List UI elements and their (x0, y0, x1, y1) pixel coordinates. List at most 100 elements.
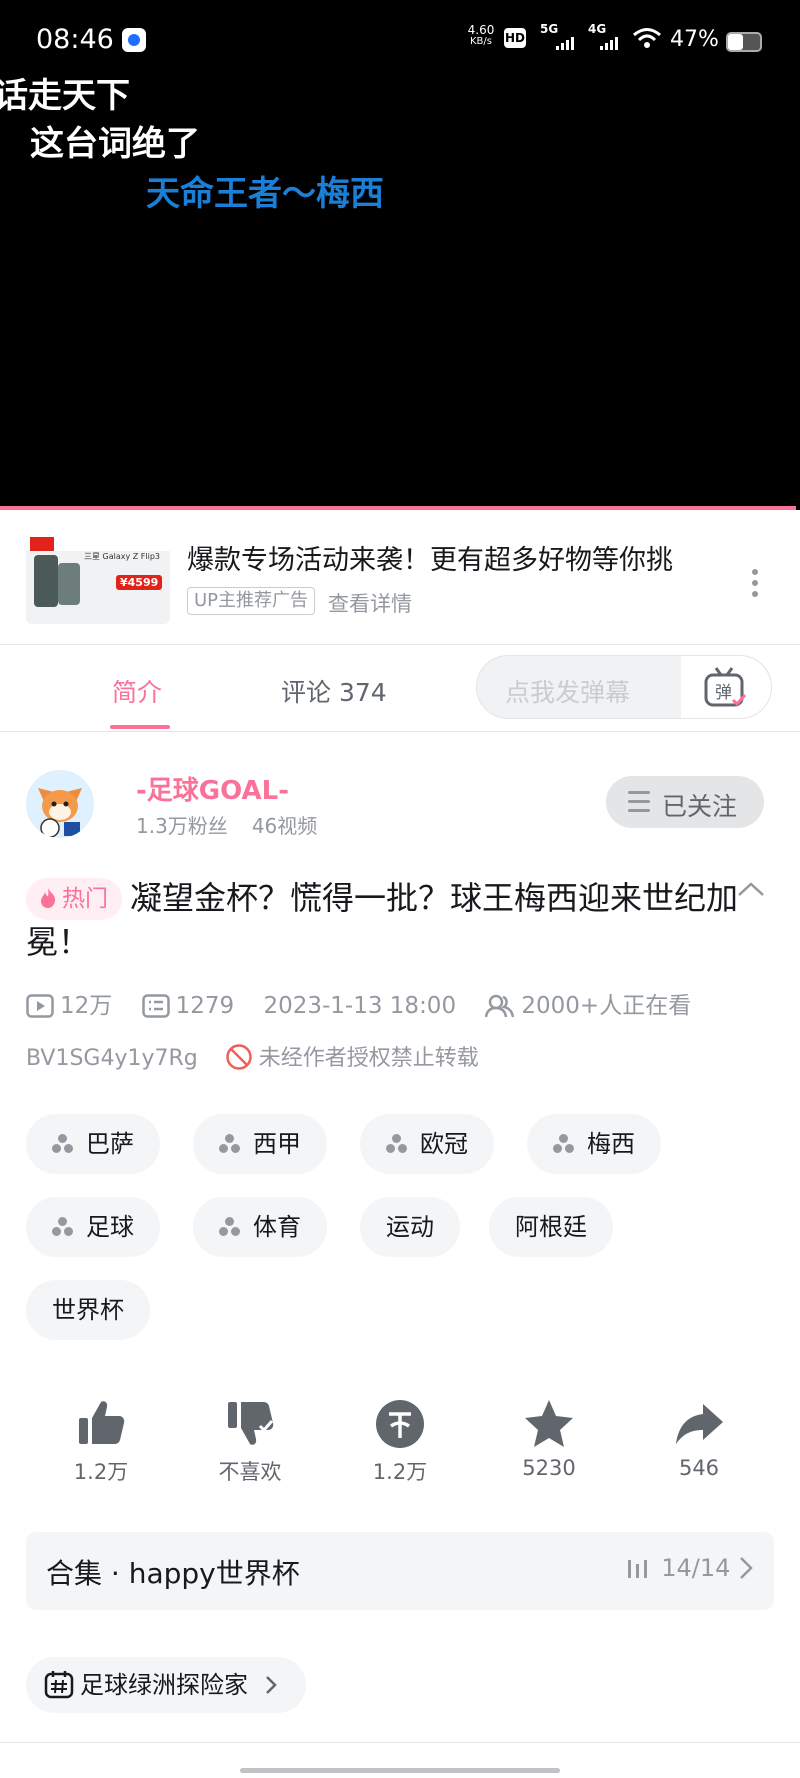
author-videos: 46视频 (251, 814, 318, 838)
brand-logo (30, 537, 54, 551)
danmaku-comment: 天命王者～梅西 (146, 174, 384, 214)
divider (0, 1742, 800, 1743)
avatar[interactable] (26, 770, 94, 838)
more-options-icon[interactable] (748, 567, 762, 599)
topic-chip[interactable]: 足球绿洲探险家 (26, 1657, 306, 1713)
channel-icon (219, 1217, 241, 1237)
like-button[interactable]: 1.2万 (46, 1396, 156, 1486)
ad-detail-link[interactable]: 查看详情 (328, 588, 412, 618)
battery-icon (726, 32, 762, 52)
tab-bar: 简介 评论 374 点我发弹幕 弹 (0, 644, 800, 732)
chevron-up-icon[interactable] (736, 880, 766, 898)
video-title: 凝望金杯？慌得一批？球王梅西迎来世纪加冕！ (26, 879, 739, 961)
chevron-right-icon (265, 1676, 277, 1694)
video-progress-bar[interactable] (0, 506, 796, 510)
collection-count: 14/14 (626, 1554, 754, 1582)
tag-chip[interactable]: 体育 (193, 1197, 327, 1257)
channel-icon (52, 1217, 74, 1237)
share-icon (676, 1404, 723, 1444)
tag-chip[interactable]: 巴萨 (26, 1114, 160, 1174)
net-speed-value: 4.60 (467, 23, 495, 37)
tag-chip[interactable]: 运动 (360, 1197, 460, 1257)
like-count: 1.2万 (73, 1460, 129, 1484)
signal-icon (556, 34, 574, 50)
net-speed-unit: KB/s (470, 36, 492, 47)
coin-icon (376, 1400, 424, 1448)
bvid[interactable]: BV1SG4y1y7Rg (26, 1046, 198, 1071)
danmaku-input[interactable]: 点我发弹幕 弹 (476, 655, 772, 719)
hot-badge-label: 热门 (62, 886, 108, 912)
share-count: 546 (678, 1456, 720, 1480)
danmaku-button-char: 弹 (715, 683, 732, 703)
collection-row[interactable]: 合集 · happy世界杯 14/14 (26, 1532, 774, 1610)
ad-thumbnail[interactable]: 三星 Galaxy Z Flip3 ¥4599 (26, 533, 170, 624)
menu-icon (628, 791, 650, 818)
battery-fill (728, 34, 744, 50)
tag-chip[interactable]: 世界杯 (26, 1280, 150, 1340)
tag-chip[interactable]: 梅西 (527, 1114, 661, 1174)
ad-thumb-text: 三星 Galaxy Z Flip3 (84, 552, 161, 561)
danmaku-list-icon (141, 994, 170, 1018)
channel-icon (386, 1134, 408, 1154)
danmaku-toggle-button[interactable]: 弹 (681, 656, 771, 718)
phone-image (34, 555, 58, 607)
signal-icon-2 (600, 34, 618, 50)
watching-count: 2000+人正在看 (485, 986, 691, 1020)
hot-badge[interactable]: 热门 (26, 878, 122, 920)
tag-chip[interactable]: 阿根廷 (489, 1197, 613, 1257)
video-meta-2: BV1SG4y1y7Rg 未经作者授权禁止转载 (26, 1040, 479, 1072)
thumbs-up-icon (79, 1401, 125, 1444)
thumbs-down-icon (228, 1402, 274, 1445)
star-icon (525, 1400, 573, 1447)
play-count: 12万 (26, 986, 112, 1020)
share-button[interactable]: 546 (644, 1396, 754, 1480)
ad-thumb-price: ¥4599 (116, 575, 163, 590)
video-player[interactable]: 08:46 4.60 KB/s HD 5G 4G 47% 话走天下 这台词绝了 … (0, 0, 800, 510)
tag-chip[interactable]: 足球 (26, 1197, 160, 1257)
hd-icon: HD (504, 28, 526, 48)
flame-icon (41, 888, 56, 908)
favorite-button[interactable]: 5230 (494, 1396, 604, 1480)
danmaku-count: 1279 (141, 993, 234, 1019)
danmaku-input-placeholder: 点我发弹幕 (505, 678, 631, 707)
people-icon (485, 994, 515, 1018)
notification-icon (122, 28, 146, 52)
tab-comments[interactable]: 评论 374 (281, 673, 387, 709)
tag-chip[interactable]: 欧冠 (360, 1114, 494, 1174)
ad-title[interactable]: 爆款专场活动来袭！更有超多好物等你挑 (187, 538, 673, 577)
play-icon (26, 994, 54, 1018)
status-bar: 08:46 4.60 KB/s HD 5G 4G 47% (0, 18, 800, 62)
topic-label: 足球绿洲探险家 (80, 1671, 248, 1699)
channel-icon (553, 1134, 575, 1154)
danmaku-icon: 弹 (704, 667, 747, 707)
author-stats: 1.3万粉丝 46视频 (136, 810, 341, 839)
ad-banner[interactable]: 三星 Galaxy Z Flip3 ¥4599 爆款专场活动来袭！更有超多好物等… (0, 511, 800, 644)
playlist-icon (627, 1560, 647, 1578)
author-name[interactable]: -足球GOAL- (136, 770, 289, 807)
coin-button[interactable]: 1.2万 (345, 1396, 455, 1486)
active-tab-indicator (110, 725, 170, 729)
favorite-count: 5230 (522, 1456, 576, 1480)
danmaku-comment: 话走天下 (0, 76, 130, 116)
tag-chip[interactable]: 西甲 (193, 1114, 327, 1174)
danmaku-comment: 这台词绝了 (30, 124, 200, 164)
battery-percent: 47% (670, 27, 719, 52)
forbidden-icon (226, 1044, 252, 1070)
video-meta: 12万 1279 2023-1-13 18:00 2000+人正在看 (26, 986, 713, 1020)
dislike-label: 不喜欢 (218, 1460, 282, 1484)
channel-icon (219, 1134, 241, 1154)
dislike-button[interactable]: 不喜欢 (195, 1396, 305, 1486)
chevron-right-icon (740, 1557, 753, 1579)
tab-intro[interactable]: 简介 (112, 673, 162, 709)
publish-datetime: 2023-1-13 18:00 (263, 993, 457, 1019)
video-title-block: 热门 凝望金杯？慌得一批？球王梅西迎来世纪加冕！ (26, 876, 746, 964)
net-speed: 4.60 KB/s (464, 24, 498, 48)
status-time: 08:46 (36, 24, 114, 55)
topic-icon (44, 1671, 74, 1699)
channel-icon (52, 1134, 74, 1154)
ad-tag: UP主推荐广告 (187, 587, 316, 615)
author-fans: 1.3万粉丝 (136, 814, 228, 838)
follow-button[interactable]: 已关注 (606, 776, 764, 828)
follow-label: 已关注 (662, 792, 738, 821)
home-indicator[interactable] (240, 1768, 560, 1773)
